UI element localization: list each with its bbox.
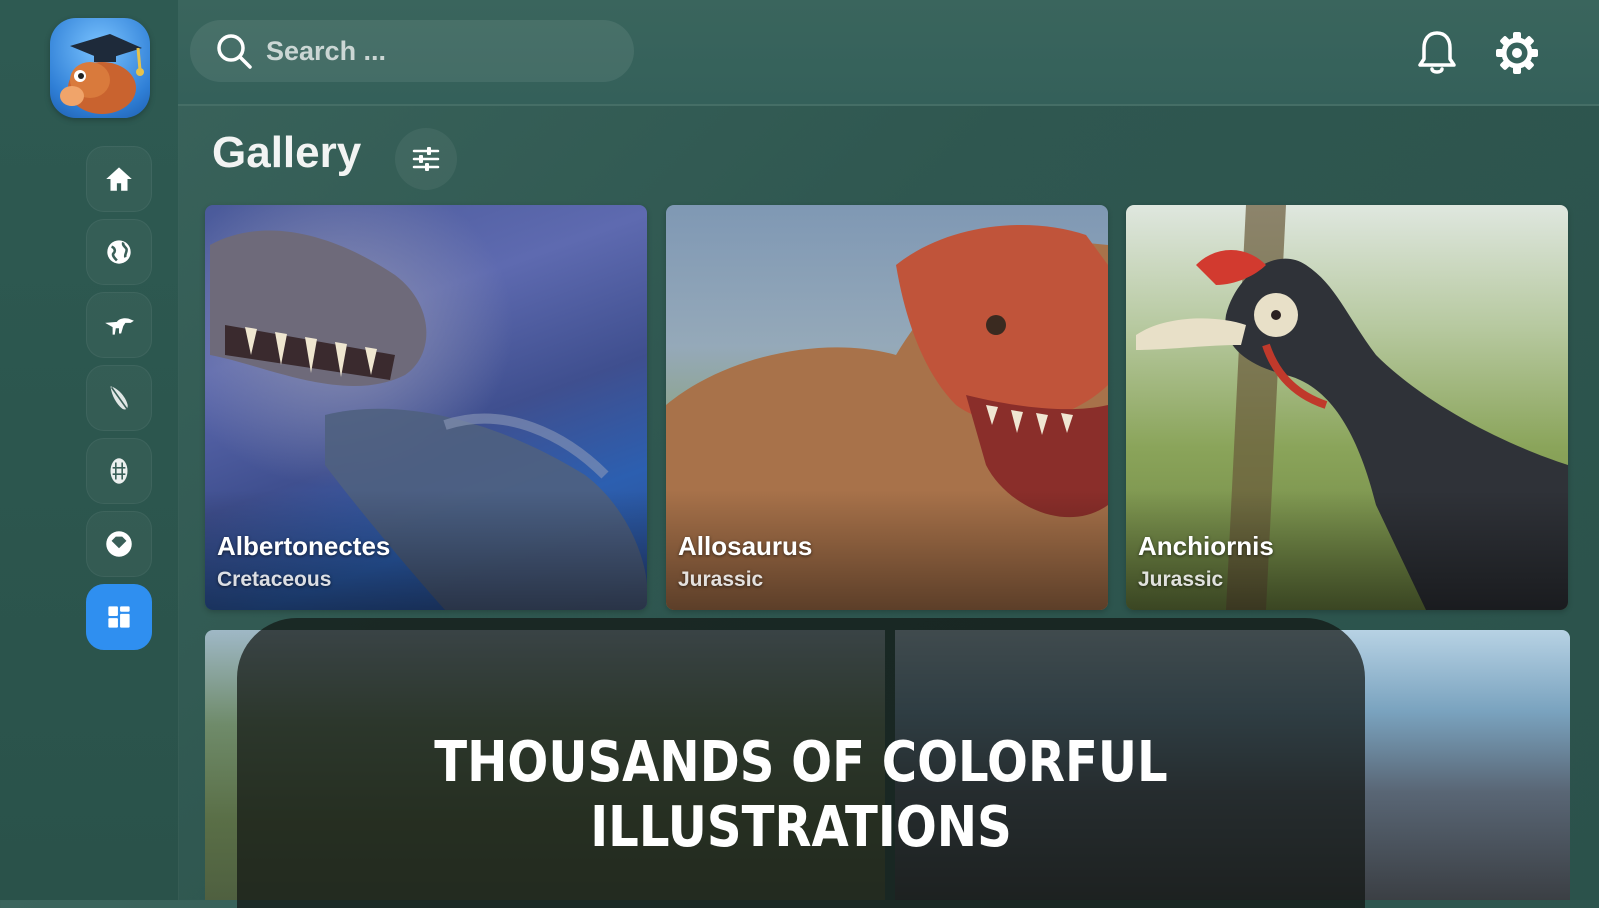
gear-icon (1496, 32, 1538, 74)
sidebar-nav (86, 146, 152, 657)
app-logo[interactable] (50, 18, 150, 118)
sidebar-item-globe[interactable] (86, 219, 152, 285)
settings-button[interactable] (1492, 26, 1542, 80)
sidebar-item-gallery[interactable] (86, 584, 152, 650)
fossil-icon (110, 458, 128, 484)
sliders-icon (412, 147, 440, 171)
page-title: Gallery (212, 128, 362, 177)
filter-button[interactable] (395, 128, 457, 190)
globe-icon (107, 240, 131, 264)
gallery-card-allosaurus[interactable]: Allosaurus Jurassic (666, 205, 1108, 610)
search-bar[interactable] (190, 20, 634, 82)
bell-icon (1418, 31, 1456, 74)
sidebar (0, 0, 179, 900)
card-era: Jurassic (1138, 568, 1224, 591)
search-icon (217, 34, 252, 69)
sidebar-item-home[interactable] (86, 146, 152, 212)
dinosaur-icon (105, 318, 134, 335)
card-era: Jurassic (678, 568, 764, 591)
search-input[interactable] (264, 34, 608, 68)
sidebar-item-badges[interactable] (86, 511, 152, 577)
card-title: Allosaurus (678, 531, 813, 561)
gallery-grid-icon (108, 606, 130, 628)
sidebar-item-dinosaurs[interactable] (86, 292, 152, 358)
sidebar-item-feathers[interactable] (86, 365, 152, 431)
top-bar (178, 0, 1599, 106)
badge-icon (106, 531, 132, 557)
notification-button[interactable] (1412, 26, 1462, 80)
gallery-card-anchiornis[interactable]: Anchiornis Jurassic (1126, 205, 1568, 610)
promo-banner: THOUSANDS OF COLORFUL ILLUSTRATIONS (237, 618, 1365, 908)
card-title: Albertonectes (217, 531, 391, 561)
feather-icon (110, 386, 129, 411)
gallery-card-albertonectes[interactable]: Albertonectes Cretaceous (205, 205, 647, 610)
card-title: Anchiornis (1138, 531, 1274, 561)
home-icon (106, 167, 132, 191)
sidebar-item-fossils[interactable] (86, 438, 152, 504)
dinosaur-graduate-logo-icon (60, 34, 144, 114)
promo-banner-text: THOUSANDS OF COLORFUL ILLUSTRATIONS (434, 730, 1168, 860)
card-era: Cretaceous (217, 568, 332, 591)
